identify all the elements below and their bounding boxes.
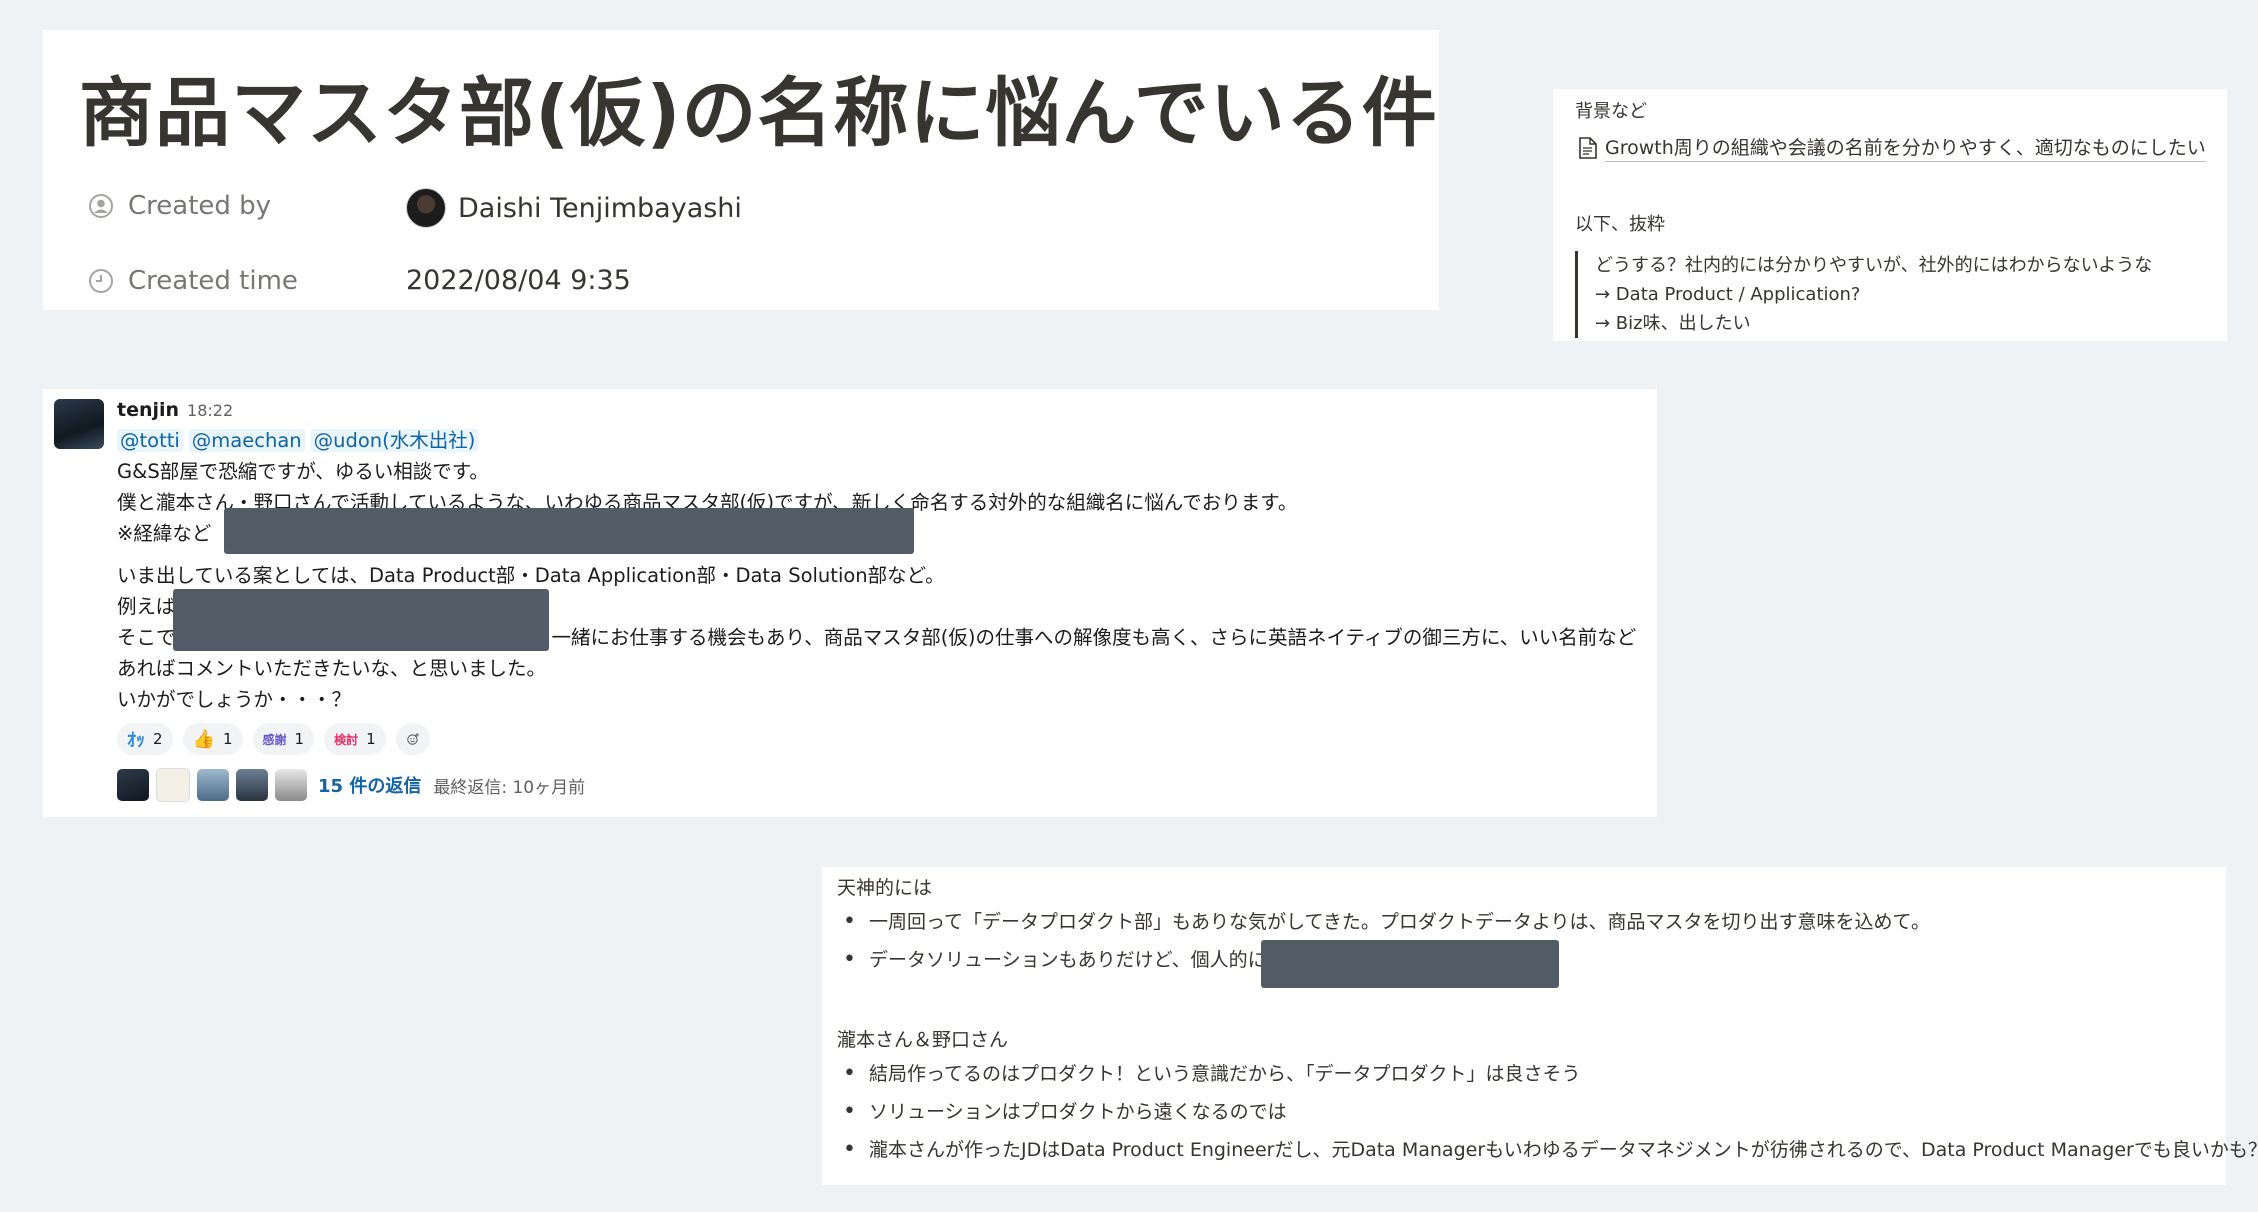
created-by-value[interactable]: Daishi Tenjimbayashi [406,188,742,228]
created-time-label: Created time [128,266,298,296]
creator-name: Daishi Tenjimbayashi [458,192,742,224]
message-line: そこで [117,626,176,649]
page-header-panel: 商品マスタ部(仮)の名称に悩んでいる件 Created by Daishi Te… [43,30,1439,310]
reply-avatar [236,769,268,801]
reply-avatar [117,769,149,801]
thread-replies[interactable]: 15 件の返信 最終返信: 10ヶ月前 [117,765,1647,805]
username[interactable]: tenjin [117,399,179,421]
person-icon [89,194,113,218]
consider-stamp-icon: 検討 [334,732,359,747]
background-panel: 背景など Growth周りの組織や会議の名前を分かりやすく、適切なものにしたい … [1553,89,2227,341]
section-heading: 瀧本さん＆野口さん [837,1029,1009,1051]
message-line-continued: 一緒にお仕事する機会もあり、商品マスタ部(仮)の仕事への解像度も高く、さらに英語… [551,626,1637,649]
bullet-list: 一周回って「データプロダクト部」もありな気がしてきた。プロダクトデータよりは、商… [837,903,1930,988]
quote-line: → Biz味、出したい [1595,313,1751,334]
created-time-property[interactable]: Created time [88,266,298,296]
page-link-text: Growth周りの組織や会議の名前を分かりやすく、適切なものにしたい [1605,133,2206,162]
reaction-oh[interactable]: ｵｯ 2 [117,723,173,755]
thanks-stamp-icon: 感謝 [262,732,287,747]
redacted-block [1261,940,1559,988]
redacted-block [173,589,549,651]
avatar [406,188,446,228]
reactions-bar: ｵｯ 2 👍 1 感謝 1 検討 1 [117,721,1647,757]
list-item: 瀧本さんが作ったJDはData Product Engineerだし、元Data… [837,1131,2258,1169]
reaction-thumbs-up[interactable]: 👍 1 [182,723,243,755]
mention-udon[interactable]: @udon(水木出社) [310,429,479,452]
created-by-property[interactable]: Created by [88,191,271,221]
mention-totti[interactable]: @totti [117,429,183,452]
redacted-block [223,508,914,554]
message-line: あればコメントいただきたいな、と思いました。 [117,657,547,680]
section-heading: 天神的には [837,877,933,899]
page-icon [1579,136,1597,159]
clock-icon [89,269,113,293]
reply-avatar [197,769,229,801]
created-by-label: Created by [128,191,272,221]
reaction-count: 1 [222,730,233,748]
reaction-oh-icon: ｵｯ [127,730,145,751]
quote-block: どうする？社内的には分かりやすいが、社外的にはわからないような → Data P… [1575,251,2152,338]
page-title: 商品マスタ部(仮)の名称に悩んでいる件 [79,69,1438,157]
reaction-thanks[interactable]: 感謝 1 [252,723,315,755]
slack-message: tenjin 18:22 @totti @maechan @udon(水木出社) G&… [43,389,1657,817]
background-heading: 背景など [1575,101,1647,122]
quote-line: → Data Product / Application? [1595,284,1861,305]
discussion-panel: 天神的には 一周回って「データプロダクト部」もありな気がしてきた。プロダクトデー… [822,867,2258,1185]
message-line: G&S部屋で恐縮ですが、ゆるい相談です。 [117,460,489,483]
excerpt-heading: 以下、抜粋 [1575,214,1665,235]
list-item-text: データソリューションもありだけど、個人的に [869,949,1267,971]
message-line: いま出している案としては、Data Product部・Data Applicat… [117,564,945,587]
reply-count-link[interactable]: 15 件の返信 [318,772,421,798]
message-line: いかがでしょうか・・・？ [117,688,352,711]
reply-avatar [275,769,307,801]
reaction-count: 1 [366,730,376,748]
page-link[interactable]: Growth周りの組織や会議の名前を分かりやすく、適切なものにしたい [1577,133,2206,162]
reaction-count: 2 [153,730,163,748]
bullet-list: 結局作ってるのはプロダクト！という意識だから、「データプロダクト」は良さそう ソ… [837,1055,2258,1169]
user-avatar[interactable] [54,399,104,449]
list-item: データソリューションもありだけど、個人的に [837,940,1930,988]
add-reaction-button[interactable] [395,723,430,755]
thumbs-up-icon: 👍 [192,728,215,750]
reaction-consider[interactable]: 検討 1 [324,723,386,755]
list-item: ソリューションはプロダクトから遠くなるのでは [837,1093,2258,1131]
mention-maechan[interactable]: @maechan [188,429,305,452]
reaction-count: 1 [294,730,305,748]
reply-avatar [156,768,190,802]
created-time-value: 2022/08/04 9:35 [406,265,631,296]
add-emoji-icon [406,733,419,745]
timestamp[interactable]: 18:22 [187,401,233,420]
quote-line: どうする？社内的には分かりやすいが、社外的にはわからないような [1595,255,2153,276]
list-item: 結局作ってるのはプロダクト！という意識だから、「データプロダクト」は良さそう [837,1055,2258,1093]
last-reply-time: 最終返信: 10ヶ月前 [433,777,586,798]
message-line: ※経緯など [117,522,212,545]
list-item: 一周回って「データプロダクト部」もありな気がしてきた。プロダクトデータよりは、商… [837,903,1930,941]
